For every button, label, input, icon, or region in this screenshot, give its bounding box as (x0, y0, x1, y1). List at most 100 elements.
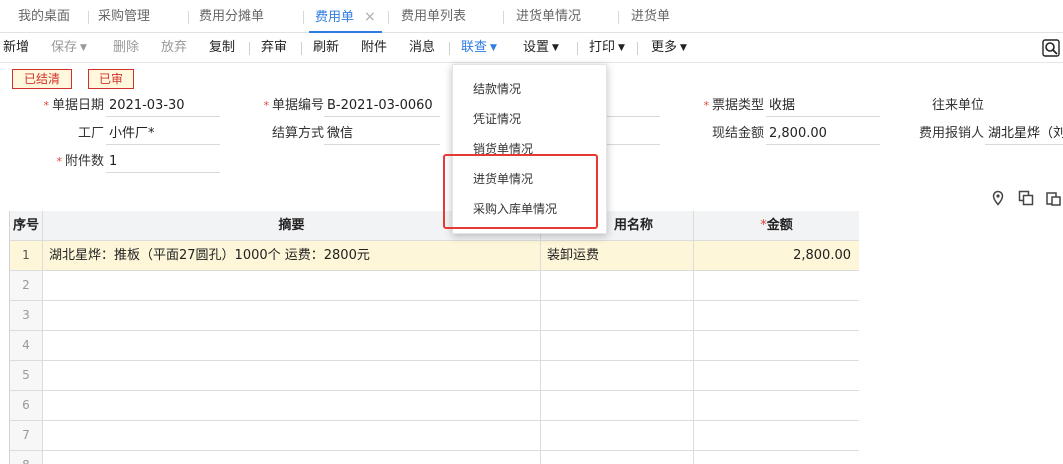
refresh-button[interactable]: 刷新 (313, 33, 339, 63)
summary-cell[interactable]: 湖北星烨：推板（平面27圆孔）1000个 运费：2800元 (43, 241, 541, 270)
copy-icon[interactable] (1018, 190, 1034, 206)
table-row[interactable]: 2 (10, 271, 859, 301)
doc-no-field[interactable]: B-2021-03-0060 (324, 95, 440, 117)
discard-button[interactable]: 放弃 (161, 33, 187, 63)
chevron-down-icon: ▼ (618, 43, 625, 53)
expense-name-cell[interactable] (541, 451, 694, 464)
attachment-button[interactable]: 附件 (361, 33, 387, 63)
tab-divider (188, 11, 189, 24)
settings-button[interactable]: 设置 ▼ (523, 33, 559, 63)
more-label: 更多 (651, 40, 678, 55)
summary-cell[interactable] (43, 451, 541, 464)
message-button[interactable]: 消息 (409, 33, 435, 63)
expense-name-cell[interactable] (541, 301, 694, 330)
reporter-field[interactable]: 湖北星烨（刘颖 (985, 123, 1063, 145)
hidden-field-row1[interactable] (607, 95, 660, 117)
expense-name-cell[interactable] (541, 391, 694, 420)
copy-button[interactable]: 复制 (209, 33, 235, 63)
toolbar-divider (637, 42, 638, 55)
bill-type-label-text: 票据类型 (711, 98, 764, 113)
hidden-field-row2[interactable] (607, 123, 660, 145)
settle-label: 结算方式 (271, 126, 324, 141)
search-icon[interactable] (1042, 39, 1060, 57)
attachment-count-label-text: 附件数 (64, 154, 104, 169)
table-row[interactable]: 5 (10, 361, 859, 391)
summary-cell[interactable] (43, 361, 541, 390)
expense-name-cell[interactable] (541, 331, 694, 360)
factory-field[interactable]: 小件厂* (106, 123, 220, 145)
expense-name-cell[interactable]: 装卸运费 (541, 241, 694, 270)
query-label: 联查 (461, 40, 488, 55)
expense-name-cell[interactable] (541, 361, 694, 390)
summary-cell[interactable] (43, 271, 541, 300)
doc-no-label-text: 单据编号 (271, 98, 324, 113)
tab-expense-list[interactable]: 费用单列表 (401, 0, 466, 33)
doc-no-label: * 单据编号 (250, 95, 324, 117)
amount-cell[interactable] (694, 271, 859, 300)
summary-cell[interactable] (43, 391, 541, 420)
row-number: 3 (10, 301, 43, 330)
summary-cell[interactable] (43, 421, 541, 450)
location-pin-icon[interactable] (990, 190, 1006, 206)
tab-my-desktop[interactable]: 我的桌面 (18, 0, 70, 33)
expense-name-cell[interactable] (541, 271, 694, 300)
column-header-amount: *金额 (694, 211, 859, 240)
tab-divider (618, 11, 619, 24)
status-badge-settled: 已结清 (12, 69, 72, 89)
amount-cell[interactable] (694, 331, 859, 360)
settings-label: 设置 (523, 40, 550, 55)
delete-button[interactable]: 删除 (113, 33, 139, 63)
tab-purchase-order[interactable]: 进货单 (631, 0, 670, 33)
tab-expense-bill[interactable]: 费用单 × (309, 0, 382, 33)
doc-date-field[interactable]: 2021-03-30 (106, 95, 220, 117)
save-button[interactable]: 保存 ▼ (51, 33, 87, 63)
amount-cell[interactable] (694, 361, 859, 390)
tab-bar: 我的桌面 采购管理 费用分摊单 费用单 × 费用单列表 进货单情况 进货单 (0, 0, 1063, 33)
query-button[interactable]: 联查 ▼ (461, 33, 497, 63)
tab-purchase-status[interactable]: 进货单情况 (516, 0, 581, 33)
expense-name-cell[interactable] (541, 421, 694, 450)
print-label: 打印 (589, 40, 616, 55)
bill-type-label: * 票据类型 (690, 95, 764, 117)
table-row[interactable]: 8 (10, 451, 859, 464)
toolbar-divider (249, 42, 250, 55)
summary-cell[interactable] (43, 331, 541, 360)
table-row[interactable]: 7 (10, 421, 859, 451)
chevron-down-icon: ▼ (680, 43, 687, 53)
amount-cell[interactable] (694, 391, 859, 420)
print-button[interactable]: 打印 ▼ (589, 33, 625, 63)
summary-cell[interactable] (43, 301, 541, 330)
tab-label: 进货单情况 (516, 9, 582, 24)
partner-field[interactable] (985, 95, 1063, 117)
table-row[interactable]: 6 (10, 391, 859, 421)
unaudit-button[interactable]: 弃审 (261, 33, 287, 63)
amount-cell[interactable] (694, 421, 859, 450)
new-button[interactable]: 新增 (3, 33, 29, 63)
cash-amount-field[interactable]: 2,800.00 (766, 123, 880, 145)
settle-field[interactable]: 微信 (324, 123, 440, 145)
toolbar-divider (577, 42, 578, 55)
menu-item-voucher-status[interactable]: 凭证情况 (473, 109, 521, 129)
table-row[interactable]: 4 (10, 331, 859, 361)
amount-cell[interactable] (694, 301, 859, 330)
save-label: 保存 (51, 40, 78, 55)
chevron-down-icon: ▼ (80, 43, 87, 53)
required-mark: * (43, 99, 49, 112)
attachment-count-label: * 附件数 (30, 151, 104, 173)
menu-item-payment-status[interactable]: 结款情况 (473, 79, 521, 99)
more-button[interactable]: 更多 ▼ (651, 33, 687, 63)
amount-cell[interactable] (694, 451, 859, 464)
table-row[interactable]: 1 湖北星烨：推板（平面27圆孔）1000个 运费：2800元 装卸运费 2,800.… (10, 241, 859, 271)
tab-expense-allocation[interactable]: 费用分摊单 (199, 0, 264, 33)
table-row[interactable]: 3 (10, 301, 859, 331)
amount-cell[interactable]: 2,800.00 (694, 241, 859, 270)
tab-divider (388, 11, 389, 24)
detail-grid: 序号 摘要 用名称 *金额 1 湖北星烨：推板（平面27圆孔）1000个 运费：2… (9, 211, 859, 464)
tab-purchase-management[interactable]: 采购管理 (98, 0, 150, 33)
bill-type-field[interactable]: 收据 (766, 95, 880, 117)
close-icon[interactable]: × (364, 9, 376, 25)
attachment-count-field[interactable]: 1 (106, 151, 220, 173)
required-mark: * (263, 99, 269, 112)
paste-icon[interactable] (1045, 190, 1061, 206)
tab-divider (88, 11, 89, 24)
